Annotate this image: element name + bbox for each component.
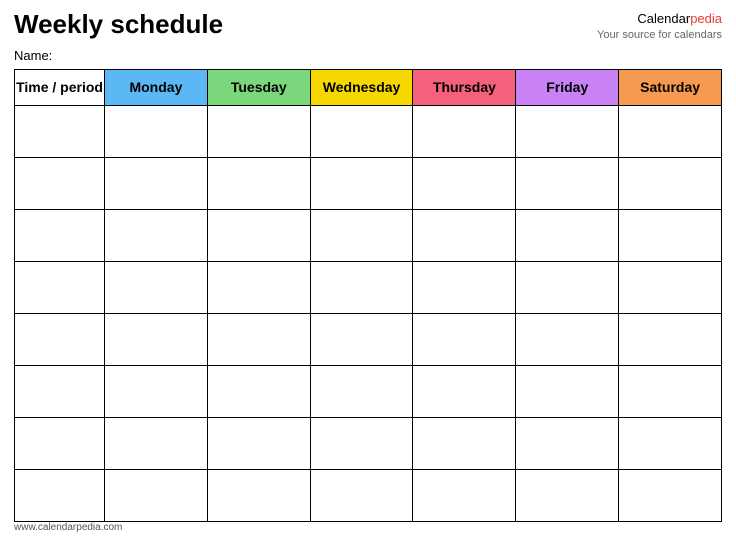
schedule-cell[interactable] [516,313,619,365]
schedule-cell[interactable] [413,157,516,209]
schedule-cell[interactable] [105,209,208,261]
schedule-cell[interactable] [619,365,722,417]
schedule-cell[interactable] [207,469,310,521]
schedule-cell[interactable] [619,417,722,469]
col-header-monday: Monday [105,69,208,105]
table-row [15,105,722,157]
footer: www.calendarpedia.com [14,522,122,533]
brand-tagline: Your source for calendars [597,28,722,43]
col-header-time: Time / period [15,69,105,105]
schedule-cell[interactable] [207,105,310,157]
schedule-cell[interactable] [310,469,413,521]
table-row [15,469,722,521]
name-label: Name: [14,48,52,63]
header-row-table: Time / period Monday Tuesday Wednesday T… [15,69,722,105]
col-header-wednesday: Wednesday [310,69,413,105]
schedule-cell[interactable] [413,261,516,313]
schedule-cell[interactable] [413,209,516,261]
schedule-cell[interactable] [310,417,413,469]
page-title: Weekly schedule [14,10,223,39]
table-row [15,365,722,417]
table-row [15,157,722,209]
schedule-cell[interactable] [310,365,413,417]
table-row [15,313,722,365]
footer-url: www.calendarpedia.com [14,522,122,533]
schedule-body [15,105,722,521]
schedule-cell[interactable] [105,365,208,417]
schedule-cell[interactable] [516,417,619,469]
time-cell[interactable] [15,261,105,313]
schedule-cell[interactable] [516,365,619,417]
schedule-cell[interactable] [413,469,516,521]
schedule-cell[interactable] [619,313,722,365]
schedule-cell[interactable] [310,157,413,209]
schedule-cell[interactable] [105,157,208,209]
brand-name: Calendarpedia [597,10,722,28]
time-cell[interactable] [15,365,105,417]
schedule-cell[interactable] [310,209,413,261]
col-header-saturday: Saturday [619,69,722,105]
schedule-cell[interactable] [310,261,413,313]
schedule-cell[interactable] [105,261,208,313]
schedule-cell[interactable] [619,469,722,521]
schedule-cell[interactable] [413,313,516,365]
schedule-cell[interactable] [619,261,722,313]
header-row: Weekly schedule Calendarpedia Your sourc… [14,10,722,44]
schedule-cell[interactable] [619,105,722,157]
schedule-cell[interactable] [516,469,619,521]
schedule-cell[interactable] [105,313,208,365]
schedule-cell[interactable] [516,157,619,209]
schedule-cell[interactable] [516,209,619,261]
schedule-cell[interactable] [413,417,516,469]
schedule-cell[interactable] [310,313,413,365]
weekly-schedule-page: Weekly schedule Calendarpedia Your sourc… [0,0,736,539]
schedule-cell[interactable] [105,469,208,521]
schedule-cell[interactable] [516,261,619,313]
time-cell[interactable] [15,209,105,261]
table-row [15,261,722,313]
table-row [15,417,722,469]
schedule-cell[interactable] [105,417,208,469]
schedule-cell[interactable] [207,157,310,209]
schedule-cell[interactable] [207,313,310,365]
time-cell[interactable] [15,157,105,209]
time-cell[interactable] [15,417,105,469]
schedule-cell[interactable] [105,105,208,157]
schedule-cell[interactable] [207,365,310,417]
brand-calendar: Calendar [637,11,690,26]
time-cell[interactable] [15,313,105,365]
col-header-thursday: Thursday [413,69,516,105]
schedule-cell[interactable] [413,105,516,157]
brand-block: Calendarpedia Your source for calendars [597,10,722,44]
schedule-cell[interactable] [207,209,310,261]
col-header-tuesday: Tuesday [207,69,310,105]
schedule-cell[interactable] [619,209,722,261]
schedule-cell[interactable] [413,365,516,417]
col-header-friday: Friday [516,69,619,105]
schedule-cell[interactable] [207,261,310,313]
table-row [15,209,722,261]
brand-pedia: pedia [690,11,722,26]
time-cell[interactable] [15,469,105,521]
schedule-cell[interactable] [207,417,310,469]
schedule-cell[interactable] [619,157,722,209]
time-cell[interactable] [15,105,105,157]
name-row: Name: [14,48,722,63]
schedule-table: Time / period Monday Tuesday Wednesday T… [14,69,722,522]
schedule-cell[interactable] [516,105,619,157]
schedule-cell[interactable] [310,105,413,157]
